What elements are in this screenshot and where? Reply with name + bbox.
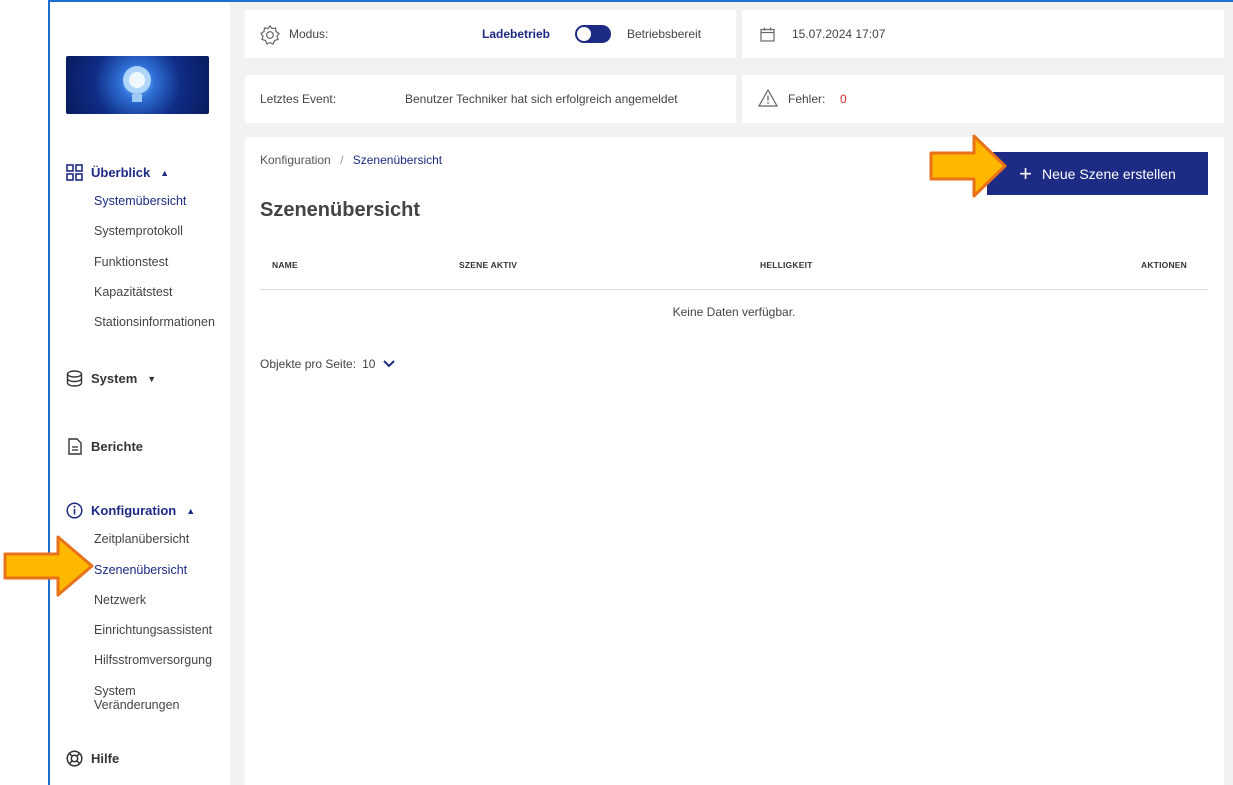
mode-option-ladebetrieb: Ladebetrieb: [482, 27, 551, 41]
error-label: Fehler:: [788, 92, 826, 106]
new-scene-button[interactable]: + Neue Szene erstellen: [987, 152, 1208, 195]
caret-up-icon: ▲: [160, 167, 170, 178]
per-page-select[interactable]: 10: [362, 357, 396, 371]
datetime-value: 15.07.2024 17:07: [792, 27, 886, 41]
sidebar-item-systemuebersicht[interactable]: Systemübersicht: [94, 194, 186, 208]
sidebar-item-einrichtungsassistent[interactable]: Einrichtungsassistent: [94, 623, 212, 637]
sidebar-item-funktionstest[interactable]: Funktionstest: [94, 255, 168, 269]
new-scene-button-label: Neue Szene erstellen: [1041, 165, 1176, 182]
nav-group-label: Überblick: [91, 165, 151, 180]
table-header-divider: [260, 289, 1208, 290]
logo: [66, 56, 209, 114]
database-icon: [66, 370, 83, 387]
sidebar-item-system-veraenderungen[interactable]: System Veränderungen: [94, 684, 184, 712]
nav-group-label: System: [91, 371, 138, 386]
chevron-down-icon: [383, 360, 396, 368]
sidebar-item-stationsinformationen[interactable]: Stationsinformationen: [94, 315, 215, 329]
plus-icon: +: [1019, 160, 1032, 186]
nav-group-label: Berichte: [91, 439, 144, 454]
last-event-value: Benutzer Techniker hat sich erfolgreich …: [405, 92, 678, 106]
mode-option-betriebsbereit: Betriebsbereit: [627, 27, 702, 41]
error-count: 0: [840, 92, 847, 106]
column-header-helligkeit[interactable]: HELLIGKEIT: [760, 260, 813, 270]
annotation-arrow-icon: [3, 535, 94, 597]
page-title: Szenenübersicht: [260, 199, 421, 221]
column-header-name[interactable]: NAME: [272, 260, 298, 270]
pagination: Objekte pro Seite: 10: [260, 357, 396, 371]
empty-table-message: Keine Daten verfügbar.: [672, 305, 796, 319]
sidebar: Überblick ▲ Systemübersicht Systemprotok…: [50, 2, 230, 785]
column-header-szene-aktiv[interactable]: SZENE AKTIV: [459, 260, 517, 270]
lifebuoy-icon: [66, 750, 83, 767]
document-icon: [68, 438, 82, 455]
nav-group-konfiguration[interactable]: Konfiguration ▲: [66, 502, 195, 519]
error-card: Fehler: 0: [742, 75, 1224, 123]
sidebar-item-hilfsstromversorgung[interactable]: Hilfsstromversorgung: [94, 653, 212, 667]
settings-icon: [260, 25, 280, 45]
nav-group-hilfe[interactable]: Hilfe: [66, 750, 119, 767]
last-event-label: Letztes Event:: [260, 92, 337, 106]
main-area: Modus: Ladebetrieb Betriebsbereit 15.07.…: [230, 2, 1233, 785]
column-header-aktionen[interactable]: AKTIONEN: [1141, 260, 1187, 270]
calendar-icon: [760, 27, 775, 42]
info-icon: [66, 502, 83, 519]
lightbulb-icon: [123, 66, 151, 102]
sidebar-item-systemprotokoll[interactable]: Systemprotokoll: [94, 224, 183, 238]
sidebar-item-kapazitaetstest[interactable]: Kapazitätstest: [94, 285, 173, 299]
sidebar-item-szenenuebersicht[interactable]: Szenenübersicht: [94, 563, 187, 577]
mode-card: Modus: Ladebetrieb Betriebsbereit: [245, 10, 736, 58]
content-card: Konfiguration / Szenenübersicht Szenenüb…: [245, 137, 1224, 785]
nav-group-label: Hilfe: [91, 751, 120, 766]
last-event-card: Letztes Event: Benutzer Techniker hat si…: [245, 75, 736, 123]
grid-icon: [66, 164, 83, 181]
sidebar-item-netzwerk[interactable]: Netzwerk: [94, 593, 146, 607]
nav-group-label: Konfiguration: [91, 503, 177, 518]
annotation-arrow-icon: [929, 134, 1007, 198]
breadcrumb-separator: /: [340, 153, 344, 167]
mode-toggle[interactable]: [575, 25, 611, 43]
sidebar-item-zeitplanuebersicht[interactable]: Zeitplanübersicht: [94, 532, 189, 546]
breadcrumb: Konfiguration / Szenenübersicht: [260, 153, 442, 167]
datetime-card: 15.07.2024 17:07: [742, 10, 1224, 58]
breadcrumb-root[interactable]: Konfiguration: [260, 153, 331, 167]
caret-up-icon: ▲: [186, 505, 196, 516]
warning-icon: [758, 89, 778, 107]
mode-label: Modus:: [289, 27, 329, 41]
nav-group-ueberblick[interactable]: Überblick ▲: [66, 164, 169, 181]
per-page-value: 10: [362, 357, 376, 371]
nav-group-berichte[interactable]: Berichte: [66, 438, 143, 455]
toggle-knob: [577, 27, 591, 41]
breadcrumb-current: Szenenübersicht: [352, 153, 443, 167]
per-page-label: Objekte pro Seite:: [260, 357, 357, 371]
caret-down-icon: ▼: [147, 373, 157, 384]
nav-group-system[interactable]: System ▼: [66, 370, 156, 387]
